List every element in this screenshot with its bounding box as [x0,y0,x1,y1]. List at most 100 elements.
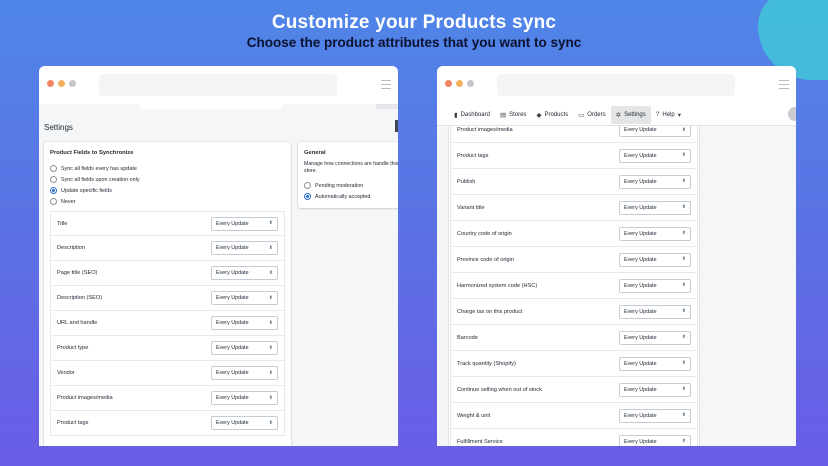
field-label: Fulfillment Service [457,438,503,445]
table-row: Continue selling when out of stock Every … [450,377,698,403]
chevron-updown-icon: ⬍ [681,438,686,444]
sync-frequency-select[interactable]: Every Update ⬍ [619,408,691,423]
field-label: Vendor [57,370,75,376]
radio-label: Automatically accepted [315,193,371,200]
radio-option[interactable]: Pending moderation [304,180,370,191]
field-rows: Product images/media Every Update ⬍ Product… [450,126,698,446]
sync-frequency-select[interactable]: Every Update ⬍ [619,278,691,293]
radio-button[interactable] [50,198,57,205]
sync-frequency-select[interactable]: Every Update ⬍ [619,226,691,241]
close-dot-icon[interactable] [445,80,452,87]
chevron-updown-icon: ⬍ [268,319,273,326]
sync-frequency-select[interactable]: Every Update ⬍ [211,241,278,255]
table-row: Product images/media Every Update ⬍ [50,386,285,411]
maximize-dot-icon[interactable] [467,80,474,87]
select-value: Every Update [624,152,657,159]
sync-frequency-select[interactable]: Every Update ⬍ [619,356,691,371]
card-title: General [304,150,326,156]
nav-item-settings[interactable]: ✲ Settings [610,105,651,124]
sync-frequency-select[interactable]: Every Update ⬍ [211,216,278,231]
select-value: Every Update [216,245,249,251]
field-label: Province code of origin [457,256,514,263]
radio-button[interactable] [50,176,57,183]
sync-frequency-select[interactable]: Every Update ⬍ [619,252,691,267]
select-value: Every Update [624,256,657,263]
menu-icon[interactable] [381,80,391,92]
close-dot-icon[interactable] [47,80,54,87]
select-value: Every Update [624,282,657,289]
address-bar[interactable] [497,74,735,96]
chevron-updown-icon: ⬍ [681,308,686,314]
select-value: Every Update [624,308,657,315]
nav-item-help[interactable]: ? Help ▾ [651,106,686,124]
gear-icon: ✲ [615,111,622,119]
sync-frequency-select[interactable]: Every Update ⬍ [211,391,278,405]
chevron-updown-icon: ⬍ [681,178,686,184]
nav-label: Help [662,111,675,118]
field-label: Product tags [457,152,489,159]
top-tab [139,104,282,109]
sync-frequency-select[interactable]: Every Update ⬍ [619,126,691,137]
avatar[interactable] [788,107,796,121]
help-icon: ? [655,111,660,118]
field-label: URL and handle [57,320,98,326]
nav-item-dashboard[interactable]: ▮ Dashboard [449,106,495,124]
minimize-dot-icon[interactable] [58,80,65,87]
browser-chrome [437,66,796,104]
select-value: Every Update [216,370,249,376]
select-value: Every Update [216,220,249,227]
maximize-dot-icon[interactable] [69,80,76,87]
radio-button[interactable] [50,187,57,194]
table-row: Product tags Every Update ⬍ [50,411,285,436]
sync-frequency-select[interactable]: Every Update ⬍ [619,174,691,189]
chevron-updown-icon: ⬍ [681,386,686,392]
sync-frequency-select[interactable]: Every Update ⬍ [211,416,278,430]
sync-frequency-select[interactable]: Every Update ⬍ [211,291,278,305]
select-value: Every Update [624,230,657,237]
radio-option[interactable]: Sync all fields upon creation only [50,174,140,185]
radio-button[interactable] [50,165,57,172]
field-label: Country code of origin [457,230,512,237]
sync-frequency-select[interactable]: Every Update ⬍ [619,330,691,345]
radio-option[interactable]: Sync all fields every has update [50,163,140,174]
sync-frequency-select[interactable]: Every Update ⬍ [619,148,691,163]
settings-page: Settings Product Fields to Synchronize S… [39,104,398,446]
chevron-updown-icon: ⬍ [681,152,686,158]
window-controls [47,80,76,87]
sync-frequency-select[interactable]: Every Update ⬍ [211,316,278,330]
nav-item-orders[interactable]: ▭ Orders [573,106,611,124]
radio-label: Never [61,198,76,205]
window-controls [445,80,474,87]
promo-subtitle: Choose the product attributes that you w… [246,35,582,50]
radio-label: Update specific fields [61,187,112,194]
radio-button[interactable] [304,193,311,200]
sync-frequency-select[interactable]: Every Update ⬍ [211,341,278,355]
sync-frequency-select[interactable]: Every Update ⬍ [211,266,278,280]
table-row: Vendor Every Update ⬍ [50,361,285,386]
nav-item-products[interactable]: ◆ Products [531,106,573,124]
minimize-dot-icon[interactable] [456,80,463,87]
radio-label: Sync all fields upon creation only [61,176,140,183]
field-label: Description [57,245,85,251]
chevron-updown-icon: ⬍ [681,334,686,340]
sync-mode-radio-group: Sync all fields every has update Sync all… [50,163,140,207]
chevron-updown-icon: ⬍ [268,294,273,301]
field-label: Product images/media [457,127,513,133]
sync-frequency-select[interactable]: Every Update ⬍ [211,366,278,380]
chevron-updown-icon: ⬍ [268,269,273,276]
sync-frequency-select[interactable]: Every Update ⬍ [619,200,691,215]
radio-button[interactable] [304,182,311,189]
field-label: Charge tax on this product [457,308,523,315]
sync-frequency-select[interactable]: Every Update ⬍ [619,304,691,319]
menu-icon[interactable] [779,80,789,92]
nav-item-stores[interactable]: ▤ Stores [495,106,532,124]
chevron-updown-icon: ⬍ [681,412,686,418]
field-label: Title [57,220,68,227]
radio-option[interactable]: Never [50,196,140,207]
radio-option[interactable]: Automatically accepted [304,191,370,202]
address-bar[interactable] [99,74,337,96]
sync-frequency-select[interactable]: Every Update ⬍ [619,382,691,397]
sync-frequency-select[interactable]: Every Update ⬍ [619,434,691,446]
radio-option[interactable]: Update specific fields [50,185,140,196]
store-icon: ▤ [499,111,507,119]
